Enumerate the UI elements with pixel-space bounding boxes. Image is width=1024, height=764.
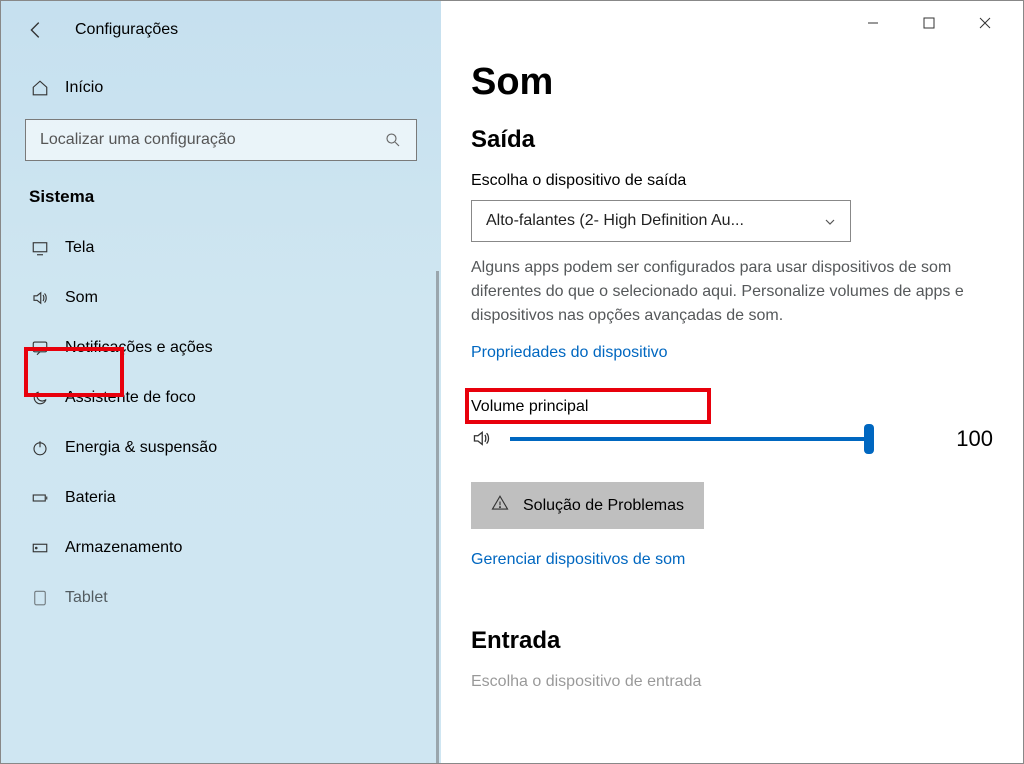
slider-thumb[interactable] [864,424,874,454]
storage-icon [31,539,49,557]
power-icon [31,439,49,457]
master-volume-value: 100 [956,426,993,452]
home-icon [31,79,49,97]
moon-icon [31,389,49,407]
master-volume-label: Volume principal [471,398,993,416]
monitor-icon [31,239,49,257]
sidebar-item-energia[interactable]: Energia & suspensão [25,423,417,473]
page-title: Som [471,61,993,104]
sidebar-item-label: Tablet [65,589,108,607]
chevron-down-icon [824,215,836,227]
input-choose-label: Escolha o dispositivo de entrada [471,673,993,691]
search-input[interactable]: Localizar uma configuração [25,119,417,161]
output-device-select[interactable]: Alto-falantes (2- High Definition Au... [471,200,851,242]
sidebar-item-armazenamento[interactable]: Armazenamento [25,523,417,573]
sidebar-home-label: Início [65,79,103,97]
manage-devices-link[interactable]: Gerenciar dispositivos de som [471,551,685,569]
sidebar-item-bateria[interactable]: Bateria [25,473,417,523]
input-heading: Entrada [471,627,993,655]
master-volume-slider[interactable] [510,437,869,441]
sidebar-item-notificacoes[interactable]: Notificações e ações [25,323,417,373]
search-placeholder: Localizar uma configuração [40,131,236,149]
window-title: Configurações [75,21,178,39]
sidebar-item-label: Notificações e ações [65,339,213,357]
sidebar-scrollbar[interactable] [436,271,439,763]
sidebar-item-label: Energia & suspensão [65,439,217,457]
warning-icon [491,494,509,517]
close-button[interactable] [957,1,1013,45]
back-button[interactable] [25,19,47,41]
window-controls [441,1,1023,45]
sidebar: Configurações Início Localizar uma confi… [1,1,441,763]
output-hint: Alguns apps podem ser configurados para … [471,256,993,328]
sidebar-item-som[interactable]: Som [25,273,417,323]
sidebar-home[interactable]: Início [25,55,417,119]
chat-icon [31,339,49,357]
sidebar-item-label: Armazenamento [65,539,182,557]
sidebar-item-label: Som [65,289,98,307]
sidebar-item-label: Bateria [65,489,116,507]
sidebar-item-label: Assistente de foco [65,389,196,407]
battery-icon [31,489,49,507]
maximize-button[interactable] [901,1,957,45]
sidebar-item-label: Tela [65,239,94,257]
troubleshoot-label: Solução de Problemas [523,497,684,515]
minimize-button[interactable] [845,1,901,45]
speaker-icon [31,289,49,307]
volume-icon [471,428,492,450]
sidebar-item-foco[interactable]: Assistente de foco [25,373,417,423]
output-choose-label: Escolha o dispositivo de saída [471,172,993,190]
device-properties-link[interactable]: Propriedades do dispositivo [471,344,668,362]
sidebar-item-tablet[interactable]: Tablet [25,573,417,607]
sidebar-item-tela[interactable]: Tela [25,223,417,273]
sidebar-category: Sistema [25,187,417,215]
main-panel: Som Saída Escolha o dispositivo de saída… [441,1,1023,763]
output-device-selected: Alto-falantes (2- High Definition Au... [486,212,744,230]
tablet-icon [31,589,49,607]
troubleshoot-button[interactable]: Solução de Problemas [471,482,704,529]
output-heading: Saída [471,126,993,154]
search-icon [384,131,402,149]
